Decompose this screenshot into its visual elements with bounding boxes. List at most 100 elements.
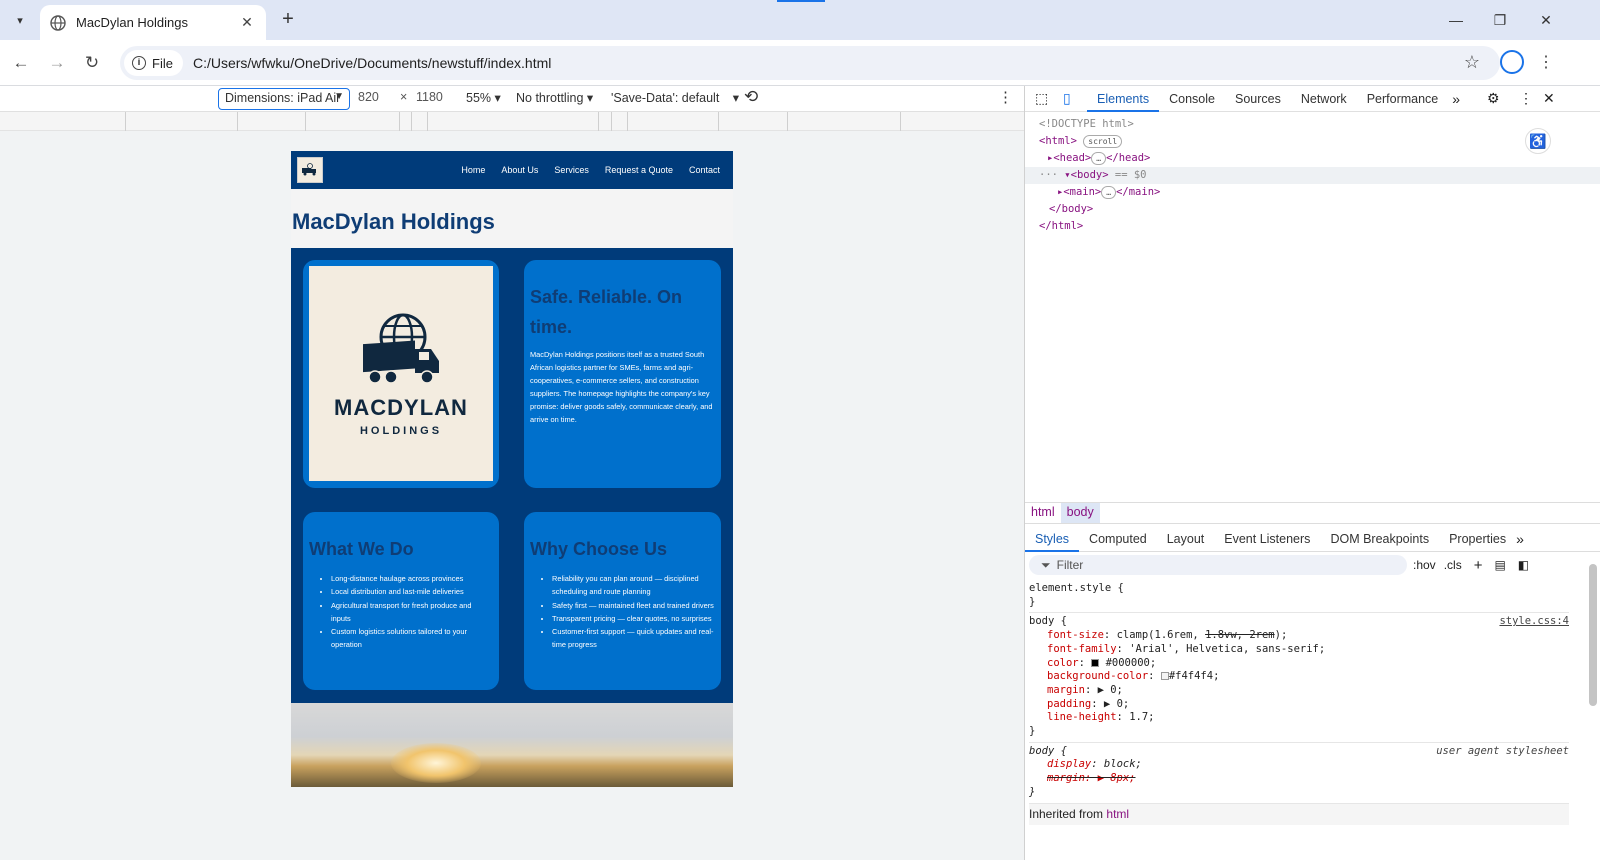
dom-doctype[interactable]: <!DOCTYPE html> (1039, 116, 1600, 133)
tab-search-button[interactable]: ▾ (6, 6, 34, 34)
list-item: Agricultural transport for fresh produce… (331, 599, 493, 626)
tab-event-listeners[interactable]: Event Listeners (1214, 526, 1320, 552)
promise-card: Safe. Reliable. On time. MacDylan Holdin… (524, 260, 721, 488)
globe-icon (50, 14, 66, 31)
dom-html-close: </html> (1039, 220, 1084, 232)
address-bar[interactable]: i File C:/Users/wfwku/OneDrive/Documents… (120, 46, 1500, 80)
sun-glow (391, 743, 481, 783)
list-item: Custom logistics solutions tailored to y… (331, 625, 493, 652)
minimize-button[interactable]: — (1436, 8, 1476, 32)
logo-subtext: HOLDINGS (359, 424, 443, 437)
color-swatch[interactable] (1091, 658, 1100, 667)
devtools-menu-icon[interactable]: ⋮ (1519, 90, 1533, 107)
profile-avatar[interactable] (1500, 50, 1524, 74)
why-list: Reliability you can plan around — discip… (530, 572, 715, 652)
close-window-button[interactable]: ✕ (1526, 8, 1566, 32)
reload-button[interactable]: ↻ (79, 50, 105, 76)
inspect-icon[interactable]: ⬚ (1035, 90, 1049, 107)
cls-toggle[interactable]: .cls (1444, 558, 1462, 572)
site-logo[interactable] (297, 157, 323, 183)
nav-link-quote[interactable]: Request a Quote (605, 165, 673, 175)
ua-body-rule[interactable]: user agent stylesheet body { display: bl… (1029, 743, 1569, 804)
height-input[interactable]: 1180 (416, 90, 443, 104)
tab-strip: ▾ MacDylan Holdings ✕ + — ❐ ✕ (0, 0, 1600, 40)
close-tab-icon[interactable]: ✕ (238, 14, 256, 31)
forward-button[interactable]: → (44, 50, 70, 76)
tab-properties[interactable]: Properties (1439, 526, 1516, 552)
bookmark-star-icon[interactable]: ☆ (1464, 52, 1480, 73)
close-devtools-icon[interactable]: ✕ (1543, 90, 1555, 107)
logo-card: MACDYLAN HOLDINGS (303, 260, 499, 488)
width-input[interactable]: 820 (358, 90, 379, 104)
styles-pane-tabs: Styles Computed Layout Event Listeners D… (1025, 526, 1600, 552)
landscape-banner-image (291, 703, 733, 787)
browser-menu-icon[interactable]: ⋮ (1538, 52, 1554, 72)
dom-body-close: </body> (1049, 203, 1094, 215)
breadcrumb-html[interactable]: html (1025, 503, 1061, 523)
new-tab-button[interactable]: + (276, 8, 300, 32)
element-style-rule[interactable]: element.style { } (1029, 580, 1569, 614)
color-swatch[interactable] (1160, 672, 1169, 681)
filter-input[interactable]: ⏷ Filter (1029, 555, 1407, 575)
media-query-ruler[interactable] (0, 112, 1024, 131)
tab-title: MacDylan Holdings (76, 15, 188, 30)
url-text[interactable]: C:/Users/wfwku/OneDrive/Documents/newstu… (193, 55, 551, 71)
list-item: Long-distance haulage across provinces (331, 572, 493, 585)
restore-button[interactable]: ❐ (1480, 8, 1520, 32)
tab-sources[interactable]: Sources (1225, 86, 1291, 112)
info-icon: i (132, 56, 146, 70)
accessibility-icon[interactable]: ♿ (1525, 128, 1551, 154)
why-heading: Why Choose Us (530, 539, 668, 559)
zoom-select[interactable]: 55% ▾ (466, 90, 501, 105)
inherited-header: Inherited from html (1029, 803, 1569, 826)
stylesheet-link[interactable]: style.css:4 (1499, 615, 1569, 629)
tab-active[interactable]: MacDylan Holdings ✕ (40, 5, 266, 40)
settings-gear-icon[interactable]: ⚙ (1487, 90, 1500, 107)
tab-styles[interactable]: Styles (1025, 526, 1080, 552)
more-style-tabs-icon[interactable]: » (1516, 526, 1524, 551)
throttling-select[interactable]: No throttling ▾ (516, 90, 593, 105)
more-tabs-icon[interactable]: » (1452, 91, 1460, 107)
save-data-select[interactable]: 'Save-Data': default ▾ (611, 90, 739, 105)
tab-performance[interactable]: Performance (1357, 86, 1449, 112)
truck-icon (302, 163, 316, 176)
tab-console[interactable]: Console (1159, 86, 1225, 112)
nav-link-services[interactable]: Services (554, 165, 589, 175)
add-rule-icon[interactable]: + (1474, 557, 1483, 574)
dom-html[interactable]: <html> scroll (1039, 133, 1600, 150)
rotate-icon[interactable]: ⟲ (744, 87, 758, 107)
services-heading: What We Do (309, 539, 414, 559)
hov-toggle[interactable]: :hov (1413, 558, 1436, 572)
zoom-value: 55% (466, 91, 492, 105)
list-item: Local distribution and last-mile deliver… (331, 585, 493, 598)
nav-link-home[interactable]: Home (461, 165, 485, 175)
devtools-tabs: ⬚ ▯ Elements Console Sources Network Per… (1025, 86, 1600, 112)
body-rule[interactable]: style.css:4 body { font-size: clamp(1.6r… (1029, 613, 1569, 743)
device-toggle-icon[interactable]: ▯ (1063, 90, 1077, 107)
device-more-icon[interactable]: ⋮ (998, 88, 1013, 106)
sidebar-toggle-icon[interactable]: ◧ (1518, 558, 1529, 572)
scroll-badge[interactable]: scroll (1083, 135, 1123, 148)
breadcrumb-body[interactable]: body (1060, 503, 1100, 523)
site-title: MacDylan Holdings (292, 209, 495, 234)
dom-main[interactable]: ▸<main>… </main> (1039, 184, 1600, 201)
tab-computed[interactable]: Computed (1079, 526, 1157, 552)
list-item: Reliability you can plan around — discip… (552, 572, 715, 599)
services-card: What We Do Long-distance haulage across … (303, 512, 499, 690)
tab-layout[interactable]: Layout (1157, 526, 1215, 552)
site-nav-links: Home About Us Services Request a Quote C… (461, 165, 727, 175)
dom-head[interactable]: ▸<head>… </head> (1039, 150, 1600, 167)
nav-link-about[interactable]: About Us (501, 165, 538, 175)
filter-icon: ⏷ (1041, 557, 1051, 572)
back-button[interactable]: ← (8, 50, 34, 76)
dom-body-selected[interactable]: ··· ▾<body> == $0 (1025, 167, 1600, 184)
nav-link-contact[interactable]: Contact (689, 165, 720, 175)
truck-globe-icon (363, 313, 439, 384)
site-info-chip[interactable]: i File (124, 50, 183, 76)
tab-dom-breakpoints[interactable]: DOM Breakpoints (1320, 526, 1439, 552)
tab-elements[interactable]: Elements (1087, 86, 1160, 112)
tab-network[interactable]: Network (1291, 86, 1357, 112)
device-select[interactable]: Dimensions: iPad Air ▼ (218, 88, 350, 110)
paint-icon[interactable]: ▤ (1494, 558, 1505, 572)
styles-scrollbar[interactable] (1589, 564, 1597, 706)
